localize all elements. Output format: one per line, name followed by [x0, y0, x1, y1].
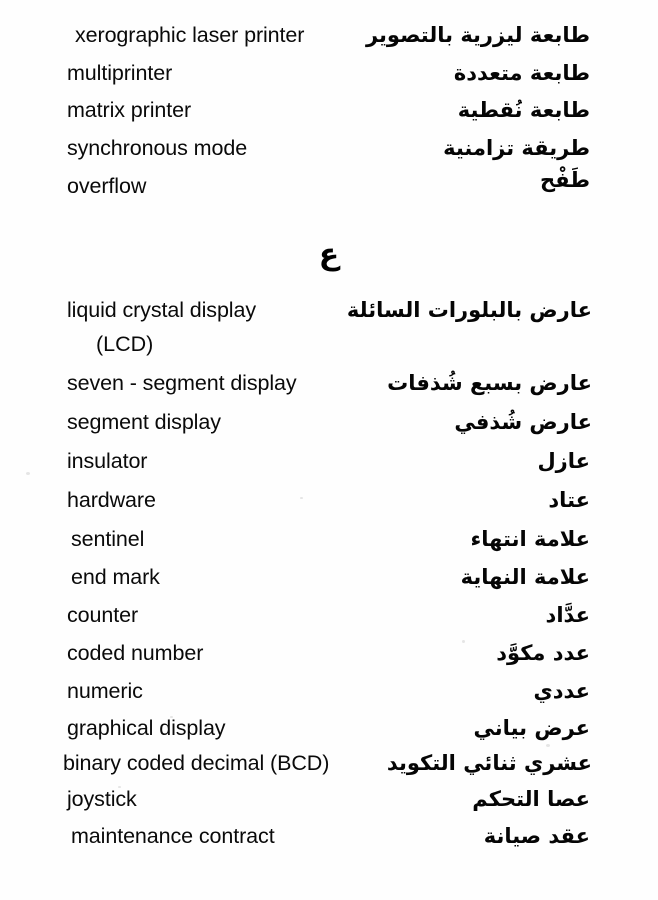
dictionary-entry: segment display عارض شُذفي — [0, 409, 658, 443]
dictionary-entry: graphical display عرض بياني — [0, 715, 658, 749]
entry-english-term: counter — [67, 603, 139, 627]
entry-arabic-term: طابعة نُقطية — [457, 98, 590, 122]
entry-english-term: xerographic laser printer — [75, 23, 305, 47]
entry-english-term: binary coded decimal (BCD) — [63, 751, 330, 775]
entry-english-term: graphical display — [67, 716, 226, 740]
entry-english-term: insulator — [67, 449, 148, 473]
entry-arabic-term: عارض شُذفي — [454, 410, 592, 434]
entry-arabic-term: طابعة ليزرية بالتصوير — [365, 23, 590, 47]
entry-arabic-term: علامة النهاية — [460, 565, 590, 589]
entry-english-term: maintenance contract — [71, 824, 275, 848]
dictionary-entry: end mark علامة النهاية — [0, 564, 658, 598]
dictionary-entry: numeric عددي — [0, 678, 658, 712]
entry-english-term: sentinel — [71, 527, 145, 551]
dictionary-entry: insulator عازل — [0, 448, 658, 482]
entry-english-term: coded number — [67, 641, 204, 665]
dictionary-entry: maintenance contract عقد صيانة — [0, 823, 658, 857]
dictionary-entry: sentinel علامة انتهاء — [0, 526, 658, 560]
dictionary-entry: coded number عدد مكوَّد — [0, 640, 658, 674]
dictionary-entry: hardware عتاد — [0, 487, 658, 521]
entry-arabic-term: عدَّاد — [545, 603, 590, 627]
entry-english-term: joystick — [67, 787, 137, 811]
dictionary-page: xerographic laser printer طابعة ليزرية ب… — [0, 0, 658, 900]
entry-english-term: synchronous mode — [67, 136, 248, 160]
dictionary-entry: xerographic laser printer طابعة ليزرية ب… — [0, 22, 658, 56]
entry-arabic-term: عددي — [533, 679, 591, 703]
dictionary-entry: counter عدَّاد — [0, 602, 658, 636]
entry-english-term: overflow — [67, 174, 147, 198]
entry-arabic-term: عرض بياني — [473, 716, 590, 740]
entry-english-term: end mark — [71, 565, 160, 589]
dictionary-entry: binary coded decimal (BCD) عشري ثنائي ال… — [0, 750, 658, 784]
dictionary-entry: synchronous mode طريقة تزامنية — [0, 135, 658, 169]
entry-arabic-term: عارض بسبع شُذفات — [387, 371, 592, 395]
entry-english-term: hardware — [67, 488, 156, 512]
entry-english-term: seven - segment display — [67, 371, 297, 395]
entry-arabic-term: عدد مكوَّد — [496, 641, 590, 665]
dictionary-entry: matrix printer طابعة نُقطية — [0, 97, 658, 131]
dictionary-entry: overflow طَفْح — [0, 168, 658, 207]
entry-arabic-term: عازل — [537, 449, 590, 473]
entry-arabic-term: عتاد — [548, 488, 590, 512]
entry-english-term: matrix printer — [67, 98, 192, 122]
dictionary-entry: joystick عصا التحكم — [0, 786, 658, 820]
entry-arabic-term: طَفْح — [539, 168, 590, 192]
entry-arabic-term: عارض بالبلورات السائلة — [346, 298, 592, 322]
entry-english-term: liquid crystal display — [67, 298, 256, 322]
entry-english-term: segment display — [67, 410, 221, 434]
dictionary-entry: seven - segment display عارض بسبع شُذفات — [0, 370, 658, 404]
entry-arabic-term: طريقة تزامنية — [443, 136, 590, 160]
dictionary-entry: liquid crystal display عارض بالبلورات ال… — [0, 297, 658, 331]
entry-arabic-term: عصا التحكم — [472, 787, 590, 811]
entry-arabic-term: عشري ثنائي التكويد — [386, 751, 592, 775]
dictionary-entry: multiprinter طابعة متعددة — [0, 60, 658, 94]
entry-arabic-term: طابعة متعددة — [453, 61, 590, 85]
entry-arabic-term: علامة انتهاء — [470, 527, 590, 551]
entry-arabic-term: عقد صيانة — [483, 824, 590, 848]
entry-english-term: numeric — [67, 679, 143, 703]
entry-english-continuation: (LCD) — [96, 332, 154, 356]
section-letter-header: ع — [318, 237, 340, 272]
entry-english-term: multiprinter — [67, 61, 173, 85]
